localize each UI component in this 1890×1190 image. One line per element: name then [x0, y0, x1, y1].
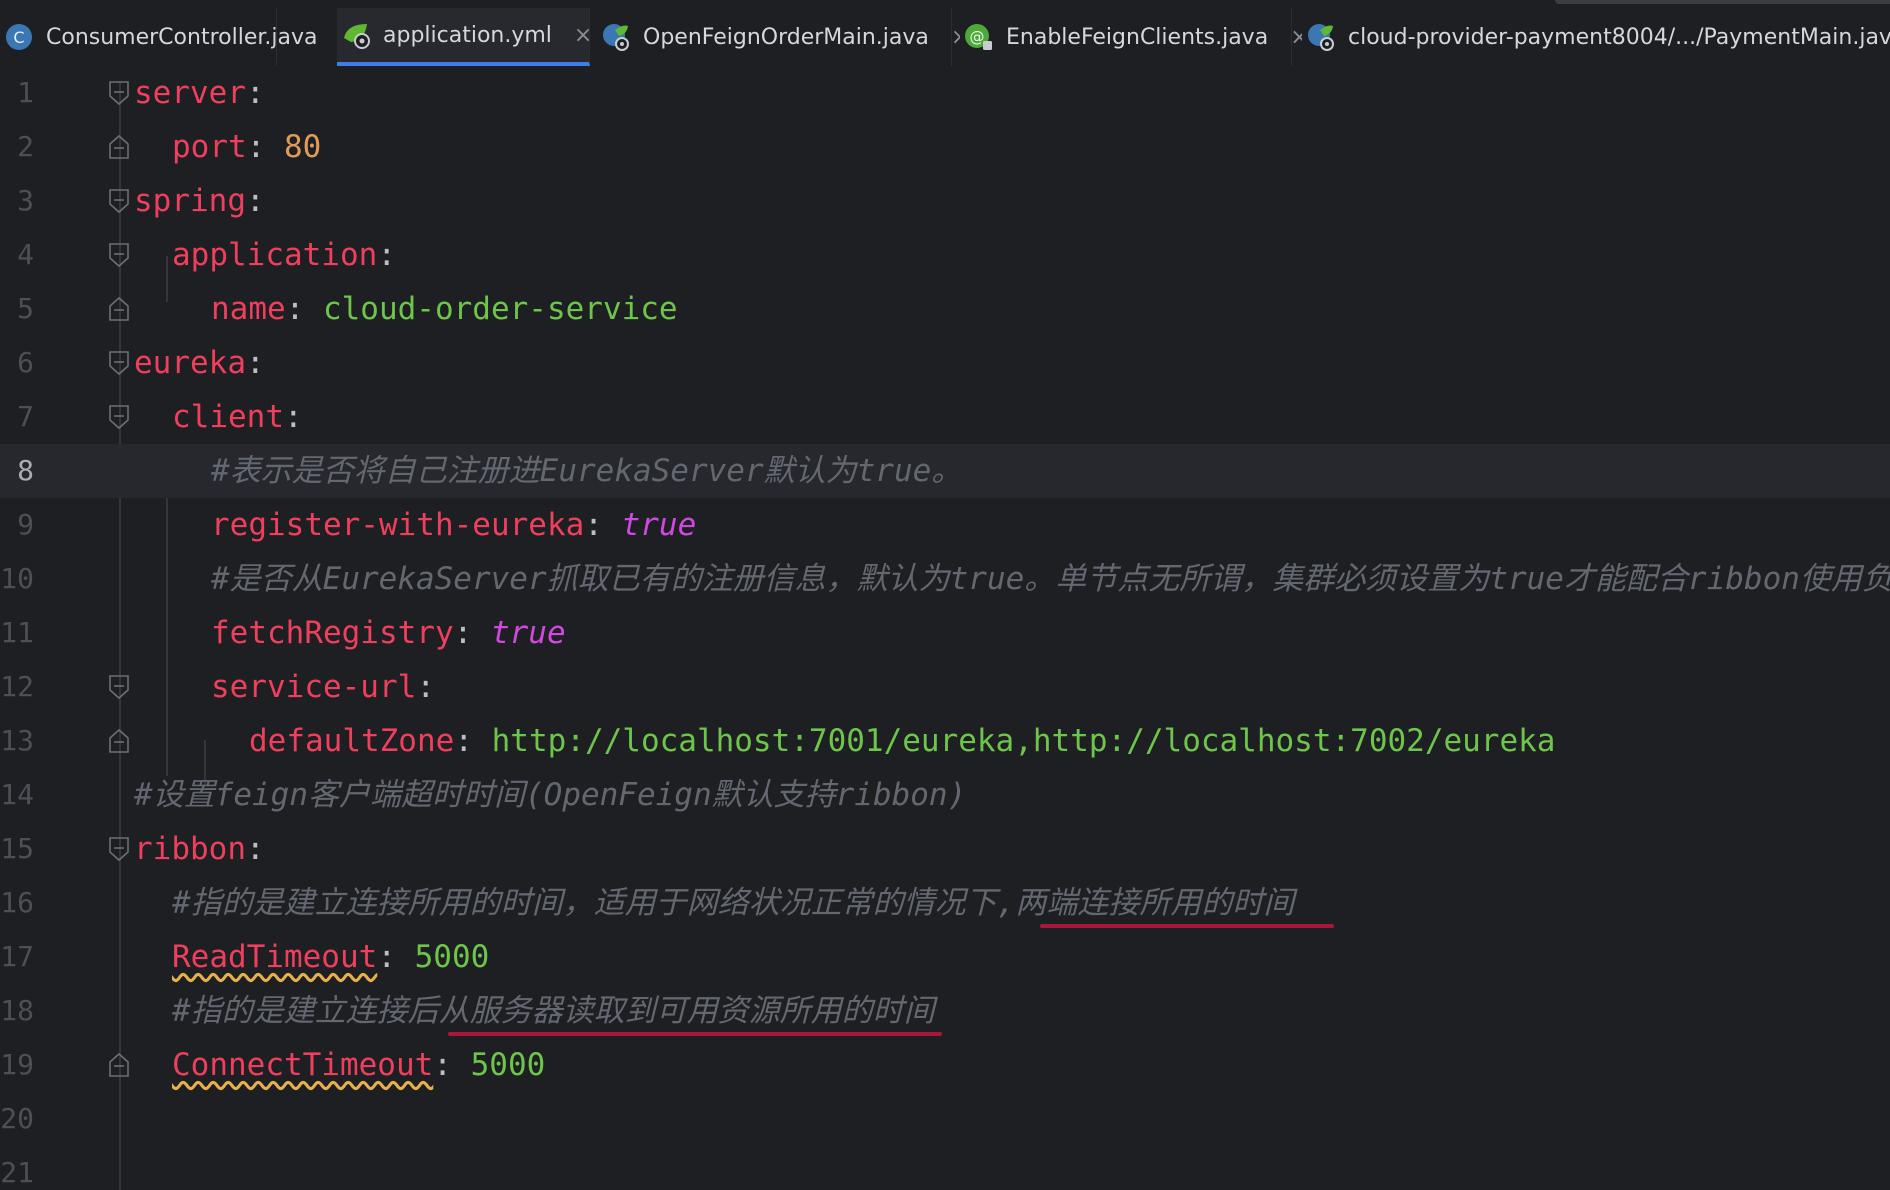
comment-text: #指的是建立连接后从服务器读取到可用资源所用的时间 — [172, 993, 935, 1029]
code-line[interactable]: 12 service-url: — [0, 660, 1890, 714]
line-number: 19 — [0, 1048, 34, 1081]
comment-text: #指的是建立连接所用的时间，适用于网络状况正常的情况下,两端连接所用的时间 — [172, 885, 1295, 921]
line-number: 11 — [0, 616, 34, 649]
code-text: fetchRegistry: true — [211, 615, 566, 651]
code-text: service-url: — [211, 669, 435, 705]
line-number: 13 — [0, 724, 34, 757]
tab-openfeign-order-main[interactable]: OpenFeignOrderMain.java × — [597, 8, 969, 66]
code-text: spring: — [134, 183, 265, 219]
fold-end-icon[interactable] — [108, 134, 130, 160]
comment-text: #表示是否将自己注册进EurekaServer默认为true。 — [211, 453, 963, 489]
code-line[interactable]: 5 name: cloud-order-service — [0, 282, 1890, 336]
editor-tab-bar: C ConsumerController.java × application.… — [0, 0, 1890, 67]
highlight-underline — [1040, 924, 1334, 928]
code-text: client: — [172, 399, 303, 435]
code-line[interactable]: 17 ReadTimeout: 5000 — [0, 930, 1890, 984]
comment-text: #是否从EurekaServer抓取已有的注册信息，默认为true。单节点无所谓… — [211, 561, 1890, 597]
code-line[interactable]: 14 #设置feign客户端超时时间(OpenFeign默认支持ribbon) — [0, 768, 1890, 822]
code-text: ReadTimeout: 5000 — [172, 939, 490, 975]
code-text: defaultZone: http://localhost:7001/eurek… — [249, 723, 1556, 759]
line-number: 21 — [0, 1156, 34, 1189]
svg-text:C: C — [13, 28, 24, 47]
close-icon[interactable]: × — [574, 23, 592, 48]
line-number: 2 — [17, 130, 34, 163]
spring-boot-class-icon — [601, 22, 631, 52]
highlight-underline — [448, 1032, 942, 1036]
code-line[interactable]: 16 #指的是建立连接所用的时间，适用于网络状况正常的情况下,两端连接所用的时间 — [0, 876, 1890, 930]
tab-label: cloud-provider-payment8004/.../PaymentMa… — [1348, 24, 1890, 50]
code-line[interactable]: 3 spring: — [0, 174, 1890, 228]
code-text: server: — [134, 75, 265, 111]
fold-icon[interactable] — [108, 80, 130, 106]
code-text: register-with-eureka: true — [211, 507, 697, 543]
line-number: 7 — [17, 400, 34, 433]
line-number: 10 — [0, 562, 34, 595]
tab-enable-feign-clients[interactable]: @ EnableFeignClients.java × — [960, 8, 1309, 66]
tab-label: application.yml — [383, 22, 552, 48]
code-text: ribbon: — [134, 831, 265, 867]
fold-end-icon[interactable] — [108, 1052, 130, 1078]
java-class-icon: C — [4, 22, 34, 52]
code-text: port: 80 — [172, 129, 322, 165]
tab-application-yml[interactable]: application.yml × — [337, 8, 592, 66]
tab-label: EnableFeignClients.java — [1006, 24, 1269, 50]
fold-icon[interactable] — [108, 836, 130, 862]
code-line[interactable]: 2 port: 80 — [0, 120, 1890, 174]
code-text: ConnectTimeout: 5000 — [172, 1047, 546, 1083]
code-line[interactable]: 6 eureka: — [0, 336, 1890, 390]
fold-icon[interactable] — [108, 350, 130, 376]
fold-icon[interactable] — [108, 242, 130, 268]
line-number: 16 — [0, 886, 34, 919]
code-editor[interactable]: 1 server: 2 port: 80 3 spring: 4 applica… — [0, 66, 1890, 1190]
code-line[interactable]: 1 server: — [0, 66, 1890, 120]
tab-label: OpenFeignOrderMain.java — [643, 24, 929, 50]
line-number: 12 — [0, 670, 34, 703]
warning-key: ReadTimeout — [172, 939, 378, 975]
line-number: 9 — [17, 508, 34, 541]
line-number: 8 — [17, 454, 34, 487]
code-line[interactable]: 19 ConnectTimeout: 5000 — [0, 1038, 1890, 1092]
line-number: 6 — [17, 346, 34, 379]
line-number: 18 — [0, 994, 34, 1027]
code-line[interactable]: 4 application: — [0, 228, 1890, 282]
line-number: 4 — [17, 238, 34, 271]
line-number: 1 — [17, 76, 34, 109]
code-line-current[interactable]: 8 #表示是否将自己注册进EurekaServer默认为true。 — [0, 444, 1890, 498]
code-text: name: cloud-order-service — [211, 291, 678, 327]
code-line[interactable]: 21 — [0, 1146, 1890, 1190]
code-line[interactable]: 15 ribbon: — [0, 822, 1890, 876]
toolbar-edge — [1555, 0, 1890, 4]
code-line[interactable]: 18 #指的是建立连接后从服务器读取到可用资源所用的时间 — [0, 984, 1890, 1038]
fold-end-icon[interactable] — [108, 296, 130, 322]
code-line[interactable]: 10 #是否从EurekaServer抓取已有的注册信息，默认为true。单节点… — [0, 552, 1890, 606]
code-text: application: — [172, 237, 396, 273]
line-number: 14 — [0, 778, 34, 811]
code-line[interactable]: 20 — [0, 1092, 1890, 1146]
tab-label: ConsumerController.java — [46, 24, 318, 50]
annotation-icon: @ — [964, 22, 994, 52]
line-number: 15 — [0, 832, 34, 865]
comment-text: #设置feign客户端超时时间(OpenFeign默认支持ribbon) — [134, 777, 967, 813]
code-line[interactable]: 9 register-with-eureka: true — [0, 498, 1890, 552]
tab-payment-main[interactable]: cloud-provider-payment8004/.../PaymentMa… — [1302, 8, 1890, 66]
line-number: 17 — [0, 940, 34, 973]
code-line[interactable]: 7 client: — [0, 390, 1890, 444]
warning-key: ConnectTimeout — [172, 1047, 434, 1083]
fold-icon[interactable] — [108, 404, 130, 430]
tab-consumer-controller[interactable]: C ConsumerController.java × — [0, 8, 358, 66]
spring-boot-class-icon — [1306, 22, 1336, 52]
svg-text:@: @ — [970, 28, 985, 46]
fold-icon[interactable] — [108, 188, 130, 214]
spring-config-icon — [341, 20, 371, 50]
fold-icon[interactable] — [108, 674, 130, 700]
line-number: 20 — [0, 1102, 34, 1135]
code-text: eureka: — [134, 345, 265, 381]
line-number: 5 — [17, 292, 34, 325]
fold-end-icon[interactable] — [108, 728, 130, 754]
code-line[interactable]: 13 defaultZone: http://localhost:7001/eu… — [0, 714, 1890, 768]
code-line[interactable]: 11 fetchRegistry: true — [0, 606, 1890, 660]
line-number: 3 — [17, 184, 34, 217]
